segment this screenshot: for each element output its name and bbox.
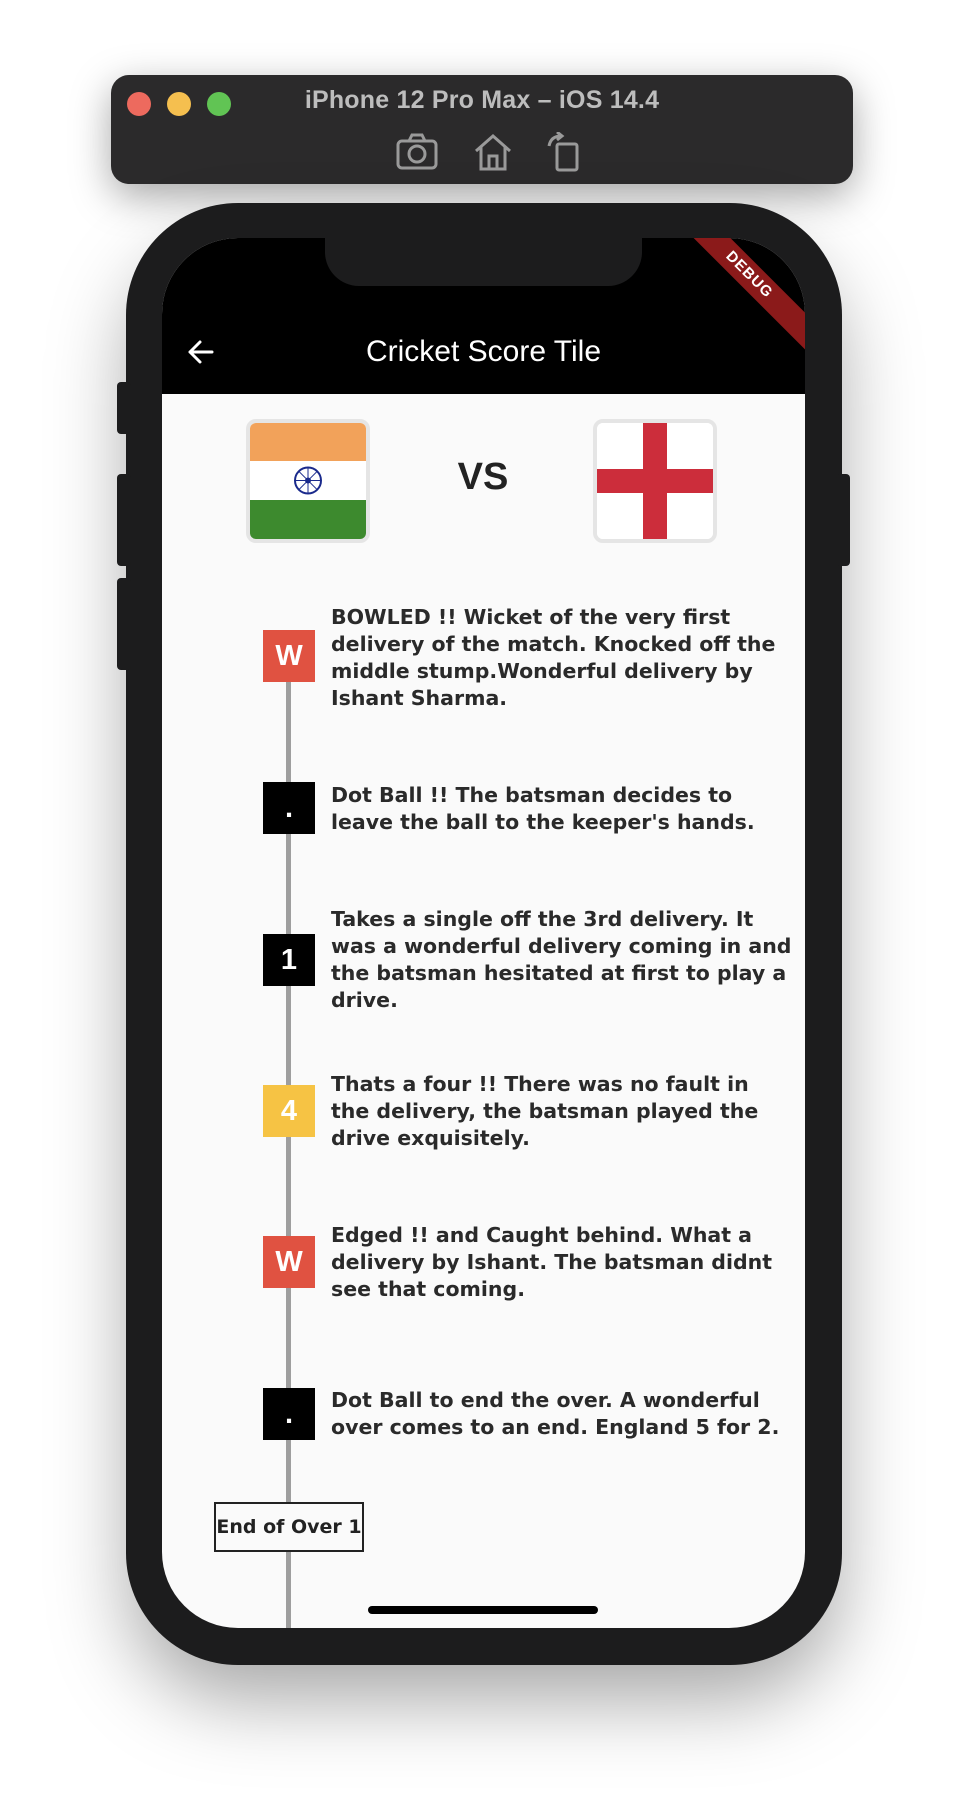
mute-switch [117, 382, 131, 434]
ball-badge-dot: . [263, 782, 315, 834]
ball-badge-four: 4 [263, 1085, 315, 1137]
commentary-text: Takes a single off the 3rd delivery. It … [331, 907, 792, 1012]
commentary-text: BOWLED !! Wicket of the very first deliv… [331, 605, 776, 710]
ball-badge-dot: . [263, 1388, 315, 1440]
back-button[interactable] [178, 330, 222, 374]
commentary-text: Thats a four !! There was no fault in th… [331, 1072, 759, 1150]
commentary-text: Edged !! and Caught behind. What a deliv… [331, 1223, 773, 1301]
commentary-text: Dot Ball !! The batsman decides to leave… [331, 783, 755, 834]
ball-badge-wicket: W [263, 1236, 315, 1288]
rotate-icon [547, 132, 579, 172]
app-bar: Cricket Score Tile DEBUG [162, 238, 805, 394]
simulator-title: iPhone 12 Pro Max – iOS 14.4 [304, 86, 660, 114]
power-button [836, 474, 850, 566]
team-b-flag [593, 419, 717, 543]
page-title: Cricket Score Tile [365, 335, 602, 368]
app-screen: Cricket Score Tile DEBUG VS W BOWLED !! … [162, 238, 805, 1628]
england-flag-icon [597, 423, 713, 539]
end-of-over-label: End of Over 1 [214, 1502, 364, 1552]
commentary-text: Dot Ball to end the over. A wonderful ov… [331, 1388, 780, 1439]
versus-label: VS [457, 456, 509, 498]
india-flag-icon [250, 423, 366, 539]
team-a-flag [246, 419, 370, 543]
camera-icon [396, 133, 438, 170]
home-indicator[interactable] [368, 1606, 598, 1614]
volume-up-button [117, 474, 131, 566]
notch [325, 238, 642, 286]
volume-down-button [117, 578, 131, 670]
home-icon [475, 133, 511, 171]
ball-badge-run: 1 [263, 934, 315, 986]
arrow-back-icon [188, 340, 214, 364]
ball-badge-wicket: W [263, 630, 315, 682]
